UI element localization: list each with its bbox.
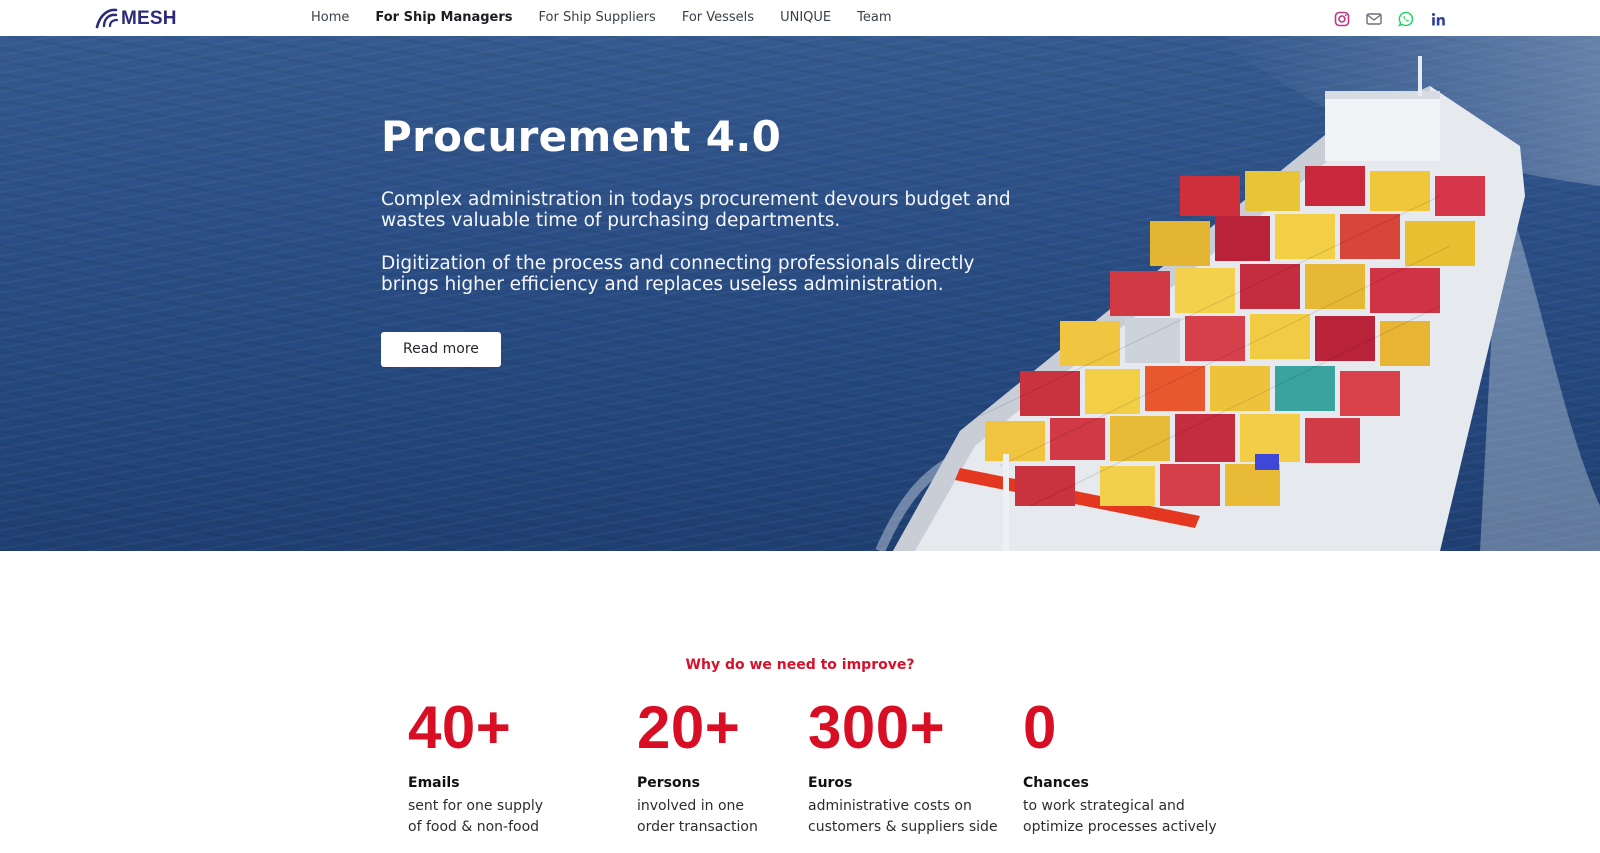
hero-content: Procurement 4.0 Complex administration i… — [381, 112, 1031, 368]
stat-number: 300+ — [808, 694, 946, 761]
brand-name: MESH — [121, 7, 177, 29]
site-header: MESH Home For Ship Managers For Ship Sup… — [0, 0, 1600, 36]
stat-label: Persons — [637, 775, 700, 791]
whatsapp-icon[interactable] — [1397, 10, 1415, 28]
brand-logo[interactable]: MESH — [94, 4, 177, 32]
social-links — [1333, 10, 1447, 28]
hero-section: Procurement 4.0 Complex administration i… — [0, 36, 1600, 551]
stat-number: 0 — [1023, 694, 1057, 761]
stat-emails: 40+ Emails sent for one supply of food &… — [408, 698, 543, 838]
stat-persons: 20+ Persons involved in one order transa… — [637, 698, 758, 838]
nav-item-unique[interactable]: UNIQUE — [767, 10, 844, 25]
stat-description: sent for one supply of food & non-food — [408, 798, 544, 835]
wave-logo-icon — [95, 8, 119, 29]
hero-paragraph-budget: Complex administration in todays procure… — [381, 189, 1011, 232]
nav-item-home[interactable]: Home — [298, 10, 362, 25]
hero-paragraph-digitization: Digitization of the process and connecti… — [381, 253, 975, 296]
read-more-button[interactable]: Read more — [381, 332, 501, 368]
stat-number: 40+ — [408, 694, 512, 761]
hero-title: Procurement 4.0 — [381, 112, 782, 161]
nav-item-team[interactable]: Team — [844, 10, 904, 25]
stat-description: administrative costs on customers & supp… — [808, 798, 998, 835]
nav-item-for-ship-suppliers[interactable]: For Ship Suppliers — [526, 10, 669, 25]
nav-item-for-ship-managers[interactable]: For Ship Managers — [362, 10, 525, 25]
stat-euros: 300+ Euros administrative costs on custo… — [808, 698, 998, 838]
stat-description: to work strategical and optimize process… — [1023, 798, 1217, 835]
instagram-icon[interactable] — [1333, 10, 1351, 28]
stat-description: involved in one order transaction — [637, 798, 758, 835]
stat-label: Chances — [1023, 775, 1089, 791]
mail-icon[interactable] — [1365, 10, 1383, 28]
main-nav: Home For Ship Managers For Ship Supplier… — [298, 0, 905, 34]
stat-label: Emails — [408, 775, 460, 791]
linkedin-icon[interactable] — [1429, 10, 1447, 28]
stats-heading: Why do we need to improve? — [685, 657, 915, 673]
stat-label: Euros — [808, 775, 853, 791]
stat-number: 20+ — [637, 694, 741, 761]
stat-chances: 0 Chances to work strategical and optimi… — [1023, 698, 1217, 838]
nav-item-for-vessels[interactable]: For Vessels — [669, 10, 767, 25]
